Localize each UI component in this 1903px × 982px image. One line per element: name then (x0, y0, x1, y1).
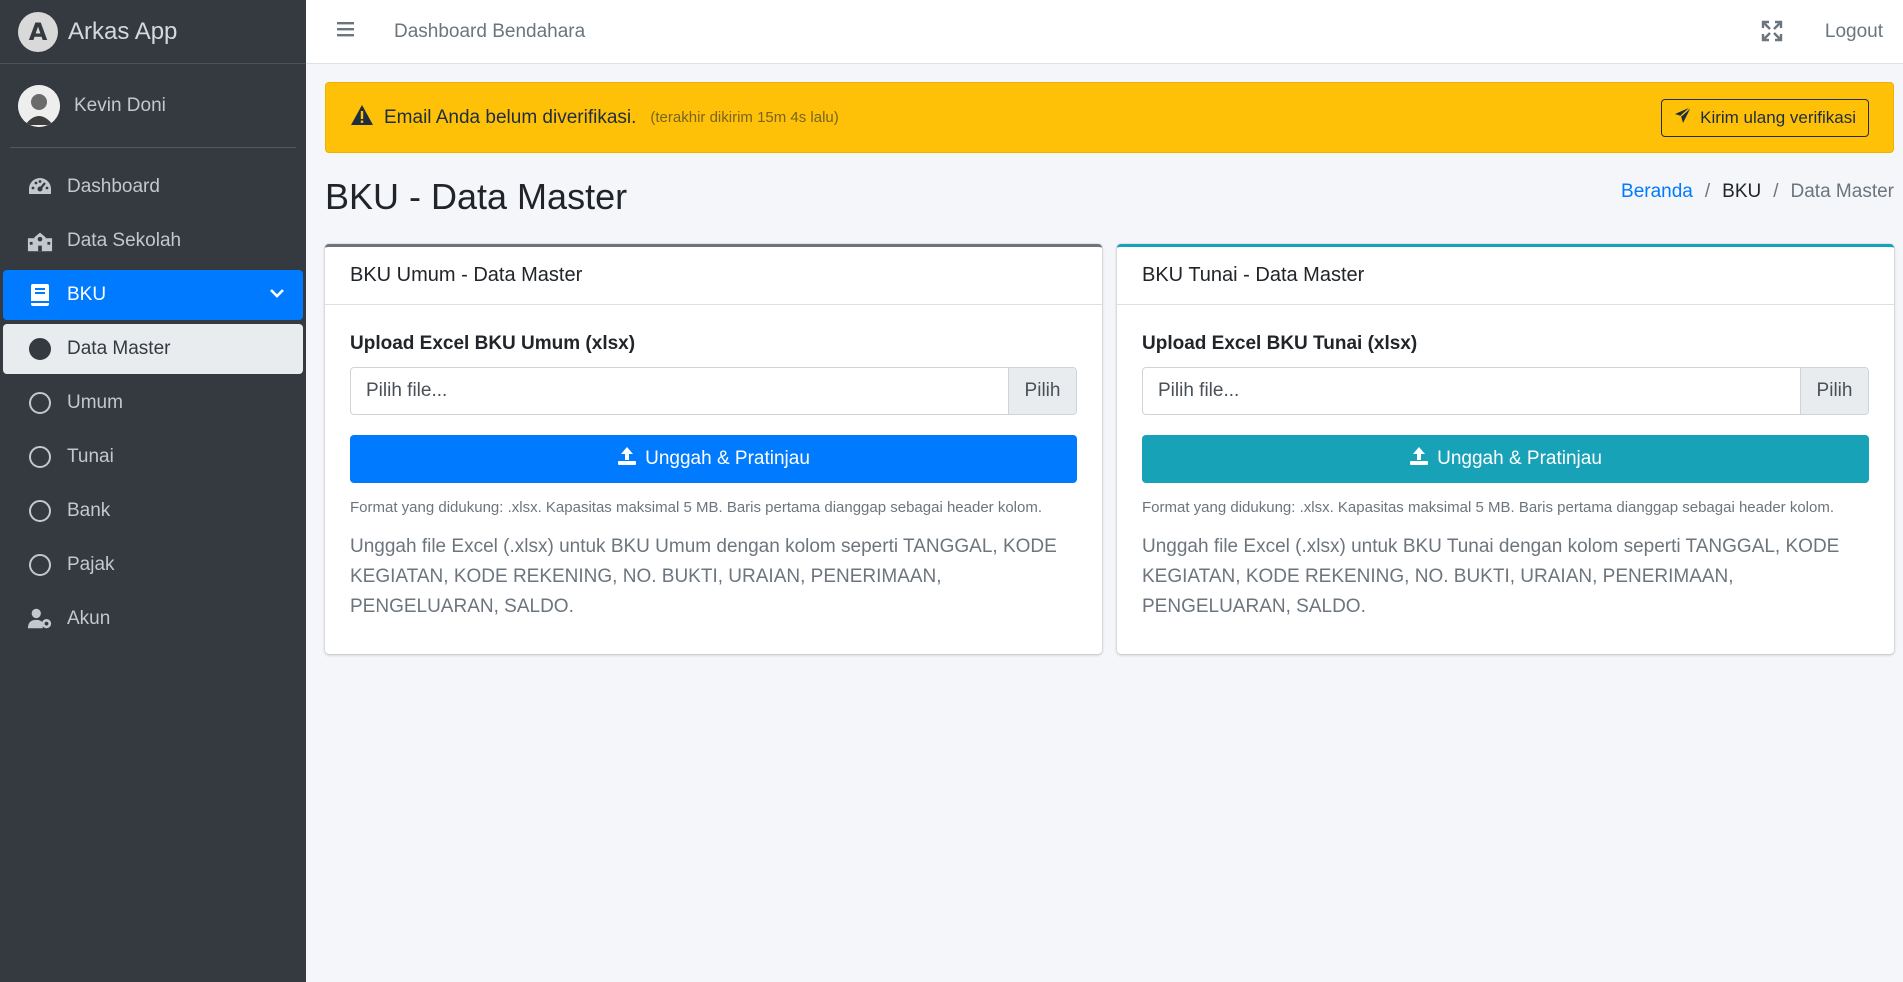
breadcrumb: Beranda / BKU / Data Master (1621, 181, 1894, 203)
sidebar-item-bank[interactable]: Bank (3, 486, 303, 536)
sidebar-item-label: Umum (67, 392, 123, 413)
sidebar-item-label: Tunai (67, 446, 114, 467)
brand-logo-icon: A (18, 11, 58, 52)
school-icon (27, 228, 53, 254)
cards-row: BKU Umum - Data Master Upload Excel BKU … (325, 244, 1894, 654)
main-content: Email Anda belum diverifikasi. (terakhir… (325, 82, 1894, 654)
bku-umum-card: BKU Umum - Data Master Upload Excel BKU … (325, 244, 1102, 654)
chevron-down-icon (269, 285, 285, 307)
user-panel[interactable]: Kevin Doni (10, 64, 296, 148)
sidebar-item-umum[interactable]: Umum (3, 378, 303, 428)
card-title: BKU Umum - Data Master (325, 247, 1102, 305)
circle-outline-icon (27, 552, 53, 578)
sidebar-item-label: Dashboard (67, 176, 160, 197)
user-cog-icon (27, 606, 53, 632)
fullscreen-icon[interactable] (1761, 20, 1785, 44)
bku-tunai-card: BKU Tunai - Data Master Upload Excel BKU… (1117, 244, 1894, 654)
breadcrumb-home-link[interactable]: Beranda (1621, 181, 1693, 203)
sidebar-item-pajak[interactable]: Pajak (3, 540, 303, 590)
circle-outline-icon (27, 390, 53, 416)
breadcrumb-item: BKU (1722, 181, 1762, 202)
topbar: Dashboard Bendahara Logout (306, 0, 1903, 64)
alert-timestamp: (terakhir dikirim 15m 4s lalu) (650, 109, 839, 126)
sidebar-item-data-sekolah[interactable]: Data Sekolah (3, 216, 303, 266)
warning-icon (350, 104, 374, 131)
upload-description: Unggah file Excel (.xlsx) untuk BKU Tuna… (1142, 536, 1840, 617)
brand-name: Arkas App (68, 17, 178, 45)
circle-outline-icon (27, 444, 53, 470)
browse-button[interactable]: Pilih (1008, 368, 1076, 414)
upload-preview-button[interactable]: Unggah & Pratinjau (1142, 435, 1869, 483)
breadcrumb-separator: / (1704, 181, 1711, 202)
resend-verification-button[interactable]: Kirim ulang verifikasi (1661, 98, 1869, 137)
brand-link[interactable]: A Arkas App (0, 0, 306, 64)
circle-outline-icon (27, 498, 53, 524)
card-body: Upload Excel BKU Tunai (xlsx) Pilih file… (1117, 305, 1894, 622)
upload-preview-label: Unggah & Pratinjau (645, 448, 810, 469)
sidebar-item-tunai[interactable]: Tunai (3, 432, 303, 482)
resend-verification-label: Kirim ulang verifikasi (1700, 107, 1856, 127)
topbar-title-link[interactable]: Dashboard Bendahara (394, 21, 585, 43)
sidebar: A Arkas App Kevin Doni Dashboard Data Se… (0, 0, 306, 982)
card-title: BKU Tunai - Data Master (1117, 247, 1894, 305)
sidebar-item-label: Data Master (67, 338, 171, 359)
user-name: Kevin Doni (74, 94, 166, 116)
sidebar-item-label: Pajak (67, 554, 115, 575)
avatar (18, 84, 60, 127)
card-body: Upload Excel BKU Umum (xlsx) Pilih file.… (325, 305, 1102, 622)
sidebar-item-akun[interactable]: Akun (3, 594, 303, 644)
sidebar-item-bku[interactable]: BKU (3, 270, 303, 320)
sidebar-item-label: Bank (67, 500, 111, 521)
sidebar-item-data-master[interactable]: Data Master (3, 324, 303, 374)
topbar-right: Logout (1761, 20, 1903, 44)
alert-message: Email Anda belum diverifikasi. (384, 106, 637, 128)
format-hint: Format yang didukung: .xlsx. Kapasitas m… (1142, 499, 1835, 516)
file-input-placeholder[interactable]: Pilih file... (351, 368, 1008, 414)
file-input-umum[interactable]: Pilih file... Pilih (350, 367, 1077, 415)
format-hint: Format yang didukung: .xlsx. Kapasitas m… (350, 499, 1043, 516)
logout-link[interactable]: Logout (1825, 21, 1883, 43)
upload-description: Unggah file Excel (.xlsx) untuk BKU Umum… (350, 536, 1057, 617)
brand-logo-letter: A (28, 17, 48, 46)
upload-icon (617, 446, 645, 472)
breadcrumb-current: Data Master (1790, 181, 1894, 202)
upload-icon (1409, 446, 1437, 472)
breadcrumb-separator: / (1773, 181, 1779, 202)
verification-alert: Email Anda belum diverifikasi. (terakhir… (325, 82, 1894, 153)
tachometer-icon (27, 174, 53, 200)
circle-filled-icon (27, 336, 53, 362)
file-input-placeholder[interactable]: Pilih file... (1143, 368, 1800, 414)
sidebar-item-label: Akun (67, 608, 111, 629)
sidebar-item-label: Data Sekolah (67, 230, 182, 251)
upload-preview-button[interactable]: Unggah & Pratinjau (350, 435, 1077, 483)
book-icon (27, 282, 53, 308)
browse-button[interactable]: Pilih (1800, 368, 1868, 414)
upload-label: Upload Excel BKU Tunai (xlsx) (1142, 333, 1418, 354)
upload-preview-label: Unggah & Pratinjau (1437, 448, 1602, 469)
file-input-tunai[interactable]: Pilih file... Pilih (1142, 367, 1869, 415)
sidebar-item-label: BKU (67, 284, 107, 305)
sidebar-item-dashboard[interactable]: Dashboard (3, 162, 303, 212)
paper-plane-icon (1674, 106, 1700, 129)
upload-label: Upload Excel BKU Umum (xlsx) (350, 333, 636, 354)
page-header: BKU - Data Master Beranda / BKU / Data M… (325, 153, 1894, 237)
page-title: BKU - Data Master (325, 176, 628, 217)
sidebar-nav: Dashboard Data Sekolah BKU Data Master U… (0, 148, 306, 644)
menu-toggle-icon[interactable] (336, 20, 366, 43)
